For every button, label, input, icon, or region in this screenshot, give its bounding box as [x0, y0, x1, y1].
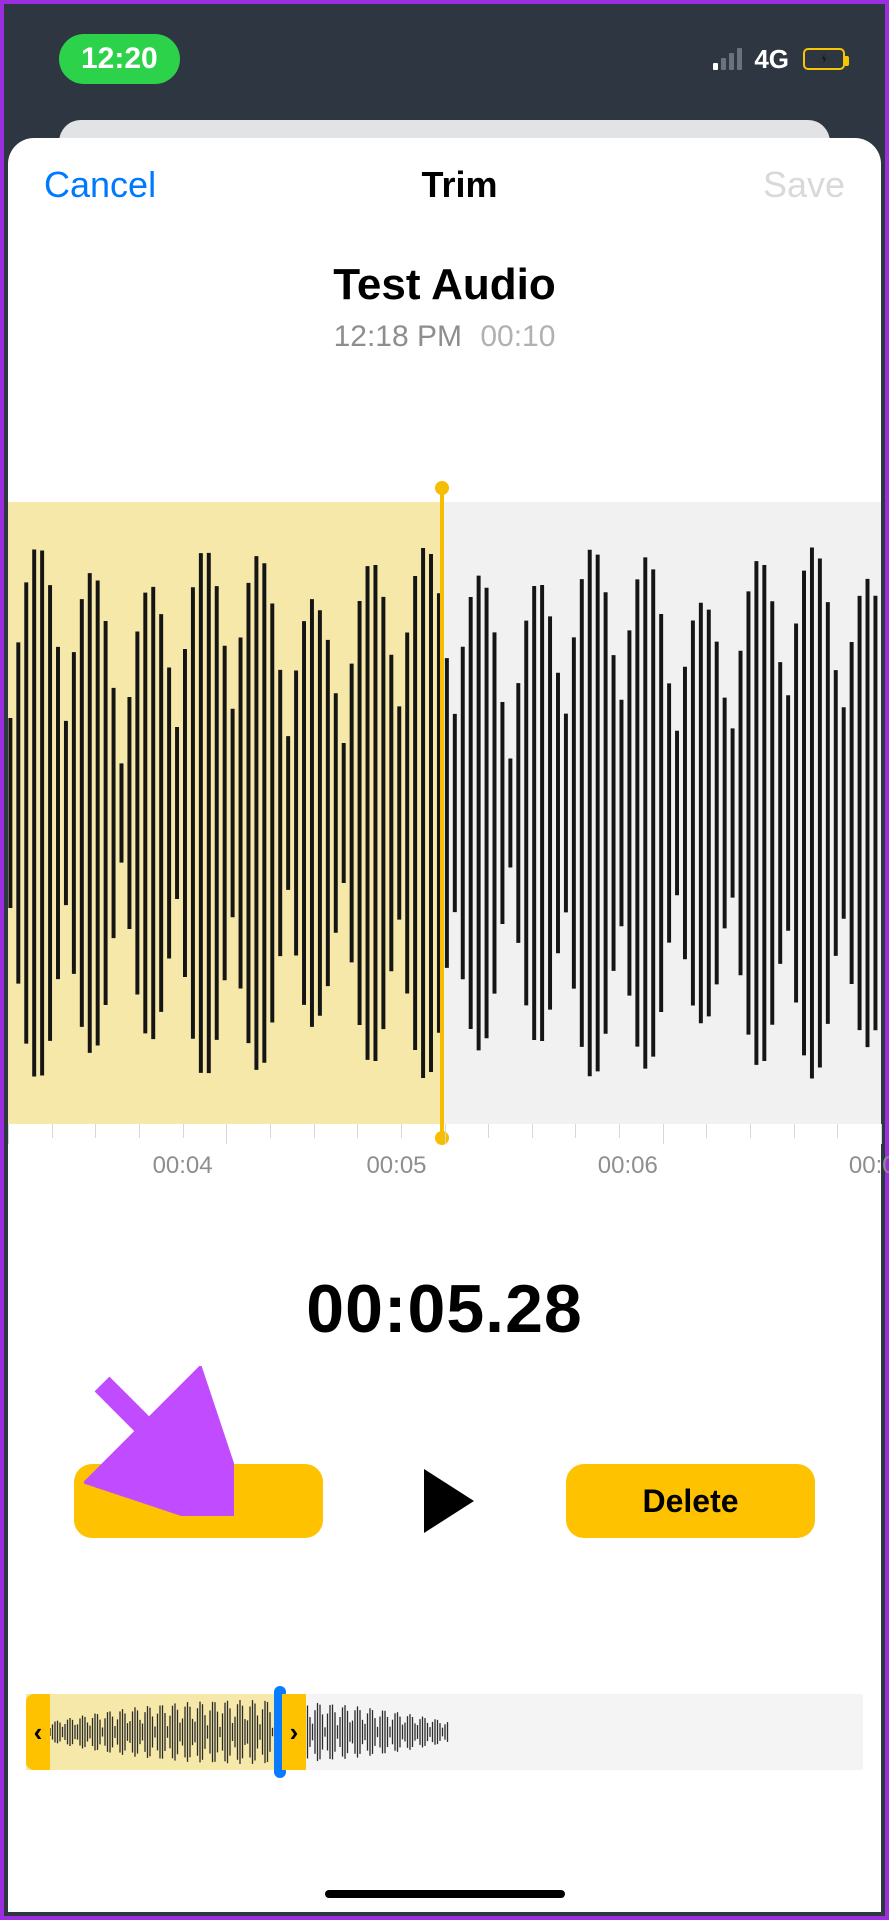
home-indicator — [325, 1890, 565, 1898]
timeline-labels: 00:0400:0500:0600:0 — [8, 1152, 881, 1192]
trim-button[interactable]: Trim — [74, 1464, 323, 1538]
delete-button[interactable]: Delete — [566, 1464, 815, 1538]
recording-time: 12:18 PM — [334, 320, 462, 353]
timeline-tick-label: 00:06 — [598, 1152, 658, 1180]
recording-subtitle: 12:18 PM 00:10 — [8, 320, 881, 354]
network-type-label: 4G — [754, 44, 789, 75]
play-icon[interactable] — [424, 1469, 474, 1533]
battery-charging-icon — [803, 48, 845, 70]
sheet-title: Trim — [421, 164, 497, 206]
current-time-display: 00:05.28 — [8, 1270, 881, 1348]
status-time-pill: 12:20 — [59, 34, 180, 84]
timeline-tick-label: 00:04 — [153, 1152, 213, 1180]
controls-row: Trim Delete — [8, 1464, 881, 1538]
overview-timeline[interactable]: ‹ › — [26, 1694, 863, 1770]
waveform-area[interactable] — [8, 502, 881, 1124]
timeline-ticks — [8, 1124, 881, 1152]
cellular-signal-icon — [713, 48, 742, 70]
waveform-large — [8, 502, 881, 1124]
sheet-nav-bar: Cancel Trim Save — [8, 138, 881, 214]
trim-handle-right[interactable]: › — [282, 1694, 306, 1770]
cancel-button[interactable]: Cancel — [44, 164, 156, 206]
timeline-tick-label: 00:0 — [849, 1152, 889, 1180]
playhead[interactable] — [440, 488, 444, 1138]
trim-sheet: Cancel Trim Save Test Audio 12:18 PM 00:… — [8, 138, 881, 1912]
waveform-mini — [50, 1694, 450, 1770]
save-button[interactable]: Save — [763, 164, 845, 206]
timeline-tick-label: 00:05 — [366, 1152, 426, 1180]
trim-handle-left[interactable]: ‹ — [26, 1694, 50, 1770]
status-bar: 12:20 4G — [4, 4, 885, 114]
status-right-cluster: 4G — [713, 44, 845, 75]
recording-title: Test Audio — [8, 260, 881, 310]
recording-duration: 00:10 — [480, 320, 555, 353]
